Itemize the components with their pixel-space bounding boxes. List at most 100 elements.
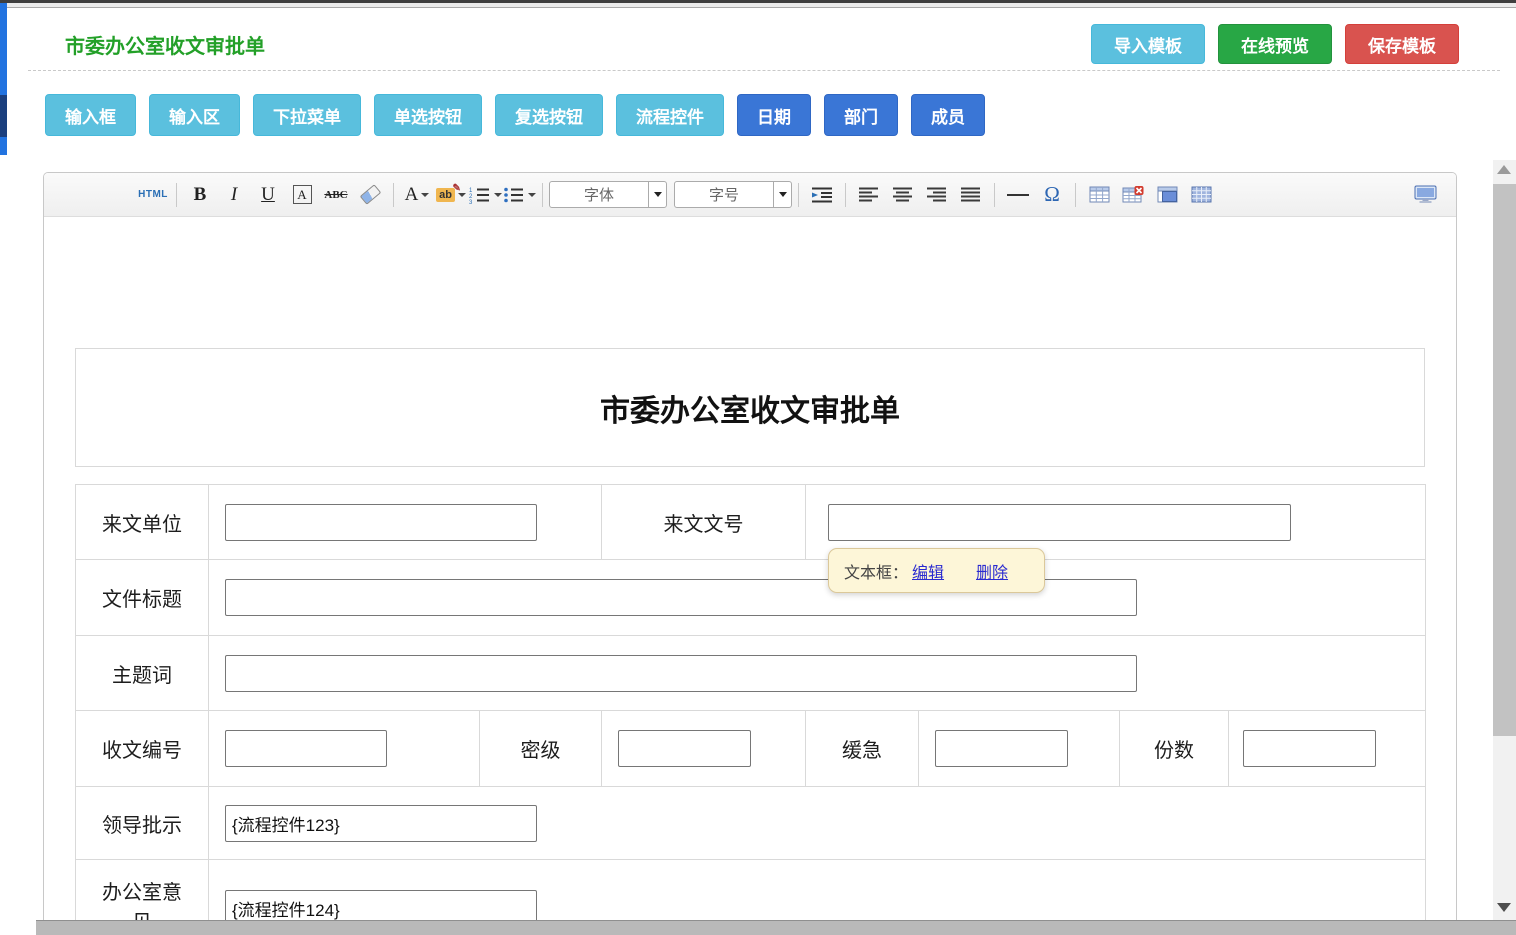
chevron-down-icon bbox=[494, 193, 502, 197]
font-size-value: 字号 bbox=[675, 184, 773, 205]
merge-cells-button[interactable] bbox=[1150, 180, 1184, 210]
align-center-icon bbox=[893, 186, 913, 204]
field-action-tooltip: 文本框： 编辑 删除 bbox=[828, 548, 1045, 593]
toolbar-divider bbox=[798, 183, 799, 207]
highlight-icon: ab bbox=[436, 188, 455, 202]
scrollbar-thumb[interactable] bbox=[1493, 184, 1516, 736]
main-panel: 市委办公室收文审批单 导入模板 在线预览 保存模板 输入框 输入区 下拉菜单 单… bbox=[8, 8, 1516, 935]
import-template-button[interactable]: 导入模板 bbox=[1091, 24, 1205, 64]
html-icon: HTML bbox=[138, 189, 168, 200]
table-row: 主题词 bbox=[76, 636, 1426, 711]
delete-field-link[interactable]: 删除 bbox=[976, 559, 1008, 583]
scroll-down-arrow-icon[interactable] bbox=[1497, 903, 1511, 912]
form-table: 来文单位 来文文号 文件标题 主题词 bbox=[75, 484, 1426, 934]
receipt-no-input[interactable] bbox=[225, 730, 387, 767]
page-scrollbar[interactable] bbox=[1493, 160, 1516, 920]
rich-text-editor: HTML B I U A ABC A ab 123 bbox=[43, 172, 1457, 935]
merge-cells-icon bbox=[1157, 186, 1178, 204]
doc-no-input[interactable] bbox=[828, 504, 1291, 541]
eraser-icon bbox=[359, 184, 381, 205]
align-center-button[interactable] bbox=[886, 180, 920, 210]
doc-no-label: 来文文号 bbox=[602, 485, 806, 560]
font-size-select[interactable]: 字号 bbox=[674, 181, 792, 208]
boxed-a-icon: A bbox=[293, 185, 312, 204]
subject-input[interactable] bbox=[225, 655, 1137, 692]
table-delete-icon bbox=[1122, 186, 1144, 204]
widget-input-box-button[interactable]: 输入框 bbox=[45, 94, 136, 136]
copies-cell bbox=[1229, 711, 1426, 787]
delete-table-button[interactable] bbox=[1116, 180, 1150, 210]
widget-checkbox-button[interactable]: 复选按钮 bbox=[495, 94, 603, 136]
source-unit-input[interactable] bbox=[225, 504, 537, 541]
toolbar-divider bbox=[845, 183, 846, 207]
table-row: 领导批示 bbox=[76, 787, 1426, 860]
urgency-cell bbox=[919, 711, 1120, 787]
underline-button[interactable]: U bbox=[251, 180, 285, 210]
font-family-select[interactable]: 字体 bbox=[549, 181, 667, 208]
widget-flow-control-button[interactable]: 流程控件 bbox=[616, 94, 724, 136]
font-color-icon: A bbox=[405, 184, 419, 206]
strikethrough-button[interactable]: ABC bbox=[319, 180, 353, 210]
leader-note-label: 领导批示 bbox=[76, 787, 209, 860]
security-label: 密级 bbox=[480, 711, 602, 787]
highlight-color-button[interactable]: ab bbox=[434, 180, 468, 210]
horizontal-rule-button[interactable] bbox=[1001, 180, 1035, 210]
toolbar-divider bbox=[542, 183, 543, 207]
underline-icon: U bbox=[261, 184, 275, 206]
remove-format-button[interactable] bbox=[353, 180, 387, 210]
form-title-table: 市委办公室收文审批单 bbox=[75, 348, 1425, 467]
strikethrough-icon: ABC bbox=[324, 189, 347, 201]
ordered-list-button[interactable]: 123 bbox=[468, 180, 502, 210]
scroll-up-arrow-icon[interactable] bbox=[1497, 165, 1511, 174]
font-family-value: 字体 bbox=[550, 184, 648, 205]
leader-note-input[interactable] bbox=[225, 805, 537, 842]
source-code-button[interactable]: HTML bbox=[136, 180, 170, 210]
copies-input[interactable] bbox=[1243, 730, 1376, 767]
source-unit-label: 来文单位 bbox=[76, 485, 209, 560]
justify-button[interactable] bbox=[954, 180, 988, 210]
table-properties-icon bbox=[1191, 186, 1212, 204]
justify-icon bbox=[961, 186, 981, 204]
fullscreen-button[interactable] bbox=[1408, 180, 1442, 210]
security-input[interactable] bbox=[618, 730, 751, 767]
widget-date-button[interactable]: 日期 bbox=[737, 94, 811, 136]
font-family-dropdown-button[interactable] bbox=[648, 182, 666, 207]
font-color-button[interactable]: A bbox=[400, 180, 434, 210]
widget-radio-button[interactable]: 单选按钮 bbox=[374, 94, 482, 136]
widget-department-button[interactable]: 部门 bbox=[824, 94, 898, 136]
toolbar-divider bbox=[393, 183, 394, 207]
background-sidebar-strip bbox=[0, 3, 7, 155]
receipt-no-cell bbox=[209, 711, 480, 787]
bold-button[interactable]: B bbox=[183, 180, 217, 210]
insert-table-button[interactable] bbox=[1082, 180, 1116, 210]
align-left-button[interactable] bbox=[852, 180, 886, 210]
unordered-list-button[interactable] bbox=[502, 180, 536, 210]
chevron-down-icon bbox=[654, 192, 662, 197]
widget-input-area-button[interactable]: 输入区 bbox=[149, 94, 240, 136]
subject-label: 主题词 bbox=[76, 636, 209, 711]
font-style-button[interactable]: A bbox=[285, 180, 319, 210]
chevron-down-icon bbox=[528, 193, 536, 197]
indent-button[interactable] bbox=[805, 180, 839, 210]
align-right-button[interactable] bbox=[920, 180, 954, 210]
monitor-icon bbox=[1414, 185, 1437, 204]
edit-field-link[interactable]: 编辑 bbox=[912, 559, 944, 583]
chevron-down-icon bbox=[421, 193, 429, 197]
page-title: 市委办公室收文审批单 bbox=[65, 30, 265, 59]
urgency-label: 缓急 bbox=[806, 711, 919, 787]
table-properties-button[interactable] bbox=[1184, 180, 1218, 210]
font-size-dropdown-button[interactable] bbox=[773, 182, 791, 207]
urgency-input[interactable] bbox=[935, 730, 1068, 767]
indent-icon bbox=[812, 186, 833, 204]
online-preview-button[interactable]: 在线预览 bbox=[1218, 24, 1332, 64]
subject-cell bbox=[209, 636, 1426, 711]
chevron-down-icon bbox=[779, 192, 787, 197]
save-template-button[interactable]: 保存模板 bbox=[1345, 24, 1459, 64]
widget-member-button[interactable]: 成员 bbox=[911, 94, 985, 136]
tooltip-label: 文本框： bbox=[844, 559, 908, 583]
bold-icon: B bbox=[194, 184, 207, 206]
italic-button[interactable]: I bbox=[217, 180, 251, 210]
editor-content[interactable]: 市委办公室收文审批单 来文单位 来文文号 文件标题 bbox=[44, 217, 1456, 934]
special-char-button[interactable]: Ω bbox=[1035, 180, 1069, 210]
widget-dropdown-button[interactable]: 下拉菜单 bbox=[253, 94, 361, 136]
